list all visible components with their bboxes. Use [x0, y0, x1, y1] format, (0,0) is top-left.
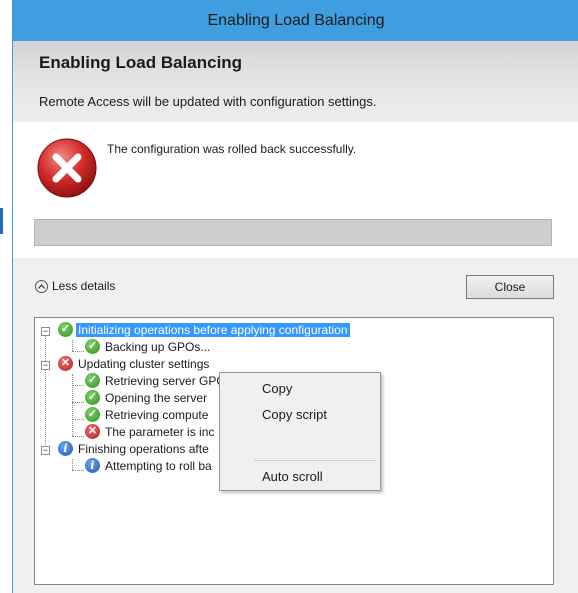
- context-menu: Copy Copy script Auto scroll: [219, 372, 381, 491]
- tree-item[interactable]: ✓ Retrieving compute: [85, 407, 210, 424]
- success-icon: ✓: [58, 322, 73, 338]
- tree-connector: [72, 351, 84, 352]
- info-icon: i: [85, 458, 100, 474]
- tree-item-label: Finishing operations afte: [78, 442, 209, 456]
- tree-connector: [72, 385, 84, 386]
- tree-connector: [72, 402, 84, 403]
- background-accent: [0, 208, 3, 234]
- tree-connector: [72, 419, 84, 420]
- chevron-up-icon: [35, 279, 48, 293]
- error-icon: ✕: [85, 424, 100, 440]
- tree-item-label: Initializing operations before applying …: [76, 323, 350, 337]
- success-icon: ✓: [85, 373, 100, 389]
- error-icon: [37, 138, 97, 198]
- tree-connector: [72, 470, 84, 471]
- tree-item[interactable]: i Finishing operations afte: [58, 441, 211, 458]
- less-details-toggle[interactable]: Less details: [35, 279, 115, 293]
- tree-connector: [72, 374, 73, 436]
- tree-item-label: Attempting to roll ba: [105, 459, 212, 473]
- error-icon: ✕: [58, 356, 73, 372]
- info-icon: i: [58, 441, 73, 457]
- page-description: Remote Access will be updated with confi…: [39, 94, 377, 109]
- tree-item[interactable]: ✕ Updating cluster settings: [58, 356, 211, 373]
- page-title: Enabling Load Balancing: [39, 53, 243, 72]
- tree-connector: [45, 331, 46, 453]
- menu-item-copy[interactable]: Copy: [220, 376, 380, 402]
- collapse-icon[interactable]: −: [41, 446, 50, 455]
- tree-item-label: Updating cluster settings: [78, 357, 210, 371]
- tree-item-label: Opening the server: [105, 391, 208, 405]
- background-window-edge: [0, 0, 12, 593]
- wizard-header: Enabling Load Balancing Remote Access wi…: [13, 41, 578, 122]
- status-area: The configuration was rolled back succes…: [13, 122, 578, 258]
- tree-item-label: Backing up GPOs...: [105, 340, 211, 354]
- dialog-window: Enabling Load Balancing Enabling Load Ba…: [12, 0, 578, 593]
- progress-bar: [34, 219, 552, 246]
- window-title: Enabling Load Balancing: [13, 0, 578, 41]
- tree-item[interactable]: ✓ Backing up GPOs...: [85, 339, 212, 356]
- tree-item[interactable]: ✓ Initializing operations before applying…: [58, 322, 350, 339]
- close-button[interactable]: Close: [466, 275, 554, 299]
- collapse-icon[interactable]: −: [41, 327, 50, 336]
- success-icon: ✓: [85, 390, 100, 406]
- menu-separator: [254, 460, 376, 461]
- menu-item-auto-scroll[interactable]: Auto scroll: [220, 464, 380, 490]
- less-details-label: Less details: [52, 279, 116, 293]
- tree-item-label: Retrieving compute: [105, 408, 209, 422]
- success-icon: ✓: [85, 339, 100, 355]
- tree-item-label: The parameter is inc: [105, 425, 215, 439]
- menu-item-copy-script[interactable]: Copy script: [220, 402, 380, 428]
- tree-item[interactable]: i Attempting to roll ba: [85, 458, 214, 475]
- tree-item[interactable]: ✕ The parameter is inc: [85, 424, 216, 441]
- collapse-icon[interactable]: −: [41, 361, 50, 370]
- tree-item[interactable]: ✓ Opening the server: [85, 390, 209, 407]
- success-icon: ✓: [85, 407, 100, 423]
- tree-connector: [72, 340, 73, 351]
- tree-connector: [72, 436, 84, 437]
- status-message: The configuration was rolled back succes…: [107, 142, 357, 156]
- tree-connector: [72, 459, 73, 470]
